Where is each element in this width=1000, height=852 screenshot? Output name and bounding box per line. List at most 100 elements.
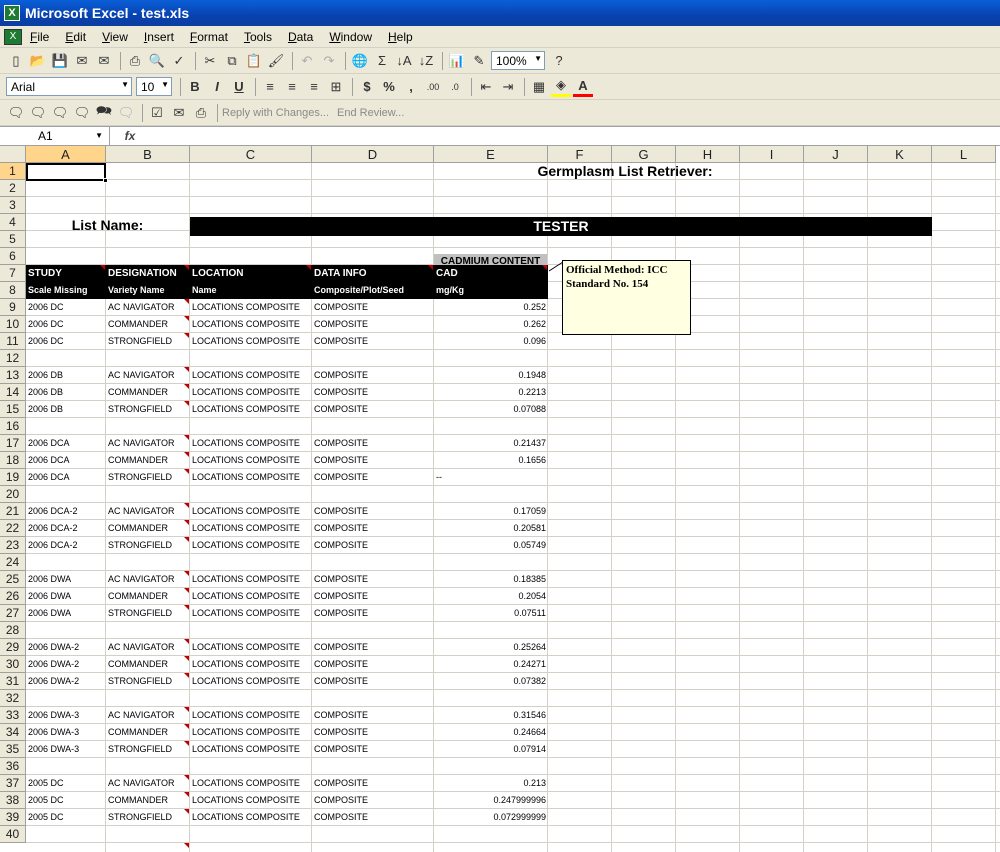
percent-button[interactable]: %	[379, 77, 399, 97]
comment-indicator[interactable]	[184, 401, 189, 406]
cell-comment-box[interactable]: Official Method: ICC Standard No. 154	[562, 260, 691, 335]
cell-cad[interactable]: 0.17059	[434, 503, 548, 520]
cell-info[interactable]: COMPOSITE	[312, 299, 434, 316]
row-header-27[interactable]: 27	[0, 605, 26, 622]
cell-location[interactable]: LOCATIONS COMPOSITE	[190, 384, 312, 401]
select-all-corner[interactable]	[0, 146, 26, 163]
cell-location[interactable]: LOCATIONS COMPOSITE	[190, 469, 312, 486]
column-header-f[interactable]: F	[548, 146, 612, 163]
comment-indicator[interactable]	[542, 265, 547, 270]
save-icon[interactable]: 💾	[50, 51, 70, 71]
cell-info[interactable]: COMPOSITE	[312, 809, 434, 826]
cell-study[interactable]: 2006 DB	[26, 401, 106, 418]
column-header-h[interactable]: H	[676, 146, 740, 163]
cell-study[interactable]: 2006 DWA-2	[26, 656, 106, 673]
bold-button[interactable]: B	[185, 77, 205, 97]
cell-study[interactable]: 2006 DB	[26, 384, 106, 401]
row-header-16[interactable]: 16	[0, 418, 26, 435]
cell-cad[interactable]: 0.25264	[434, 639, 548, 656]
cell-study[interactable]: 2006 DCA	[26, 452, 106, 469]
row-header-23[interactable]: 23	[0, 537, 26, 554]
reply-with-changes-button[interactable]: Reply with Changes...	[222, 107, 329, 119]
fx-icon[interactable]: fx	[110, 129, 150, 143]
hyperlink-icon[interactable]: 🌐	[350, 51, 370, 71]
comment-indicator[interactable]	[184, 605, 189, 610]
spelling-icon[interactable]: ✓	[169, 51, 189, 71]
menu-window[interactable]: Window	[329, 30, 372, 44]
cell-study[interactable]: 2006 DC	[26, 316, 106, 333]
cell-info[interactable]: COMPOSITE	[312, 520, 434, 537]
cell-cad[interactable]: 0.2054	[434, 588, 548, 605]
row-header-31[interactable]: 31	[0, 673, 26, 690]
row-header-24[interactable]: 24	[0, 554, 26, 571]
cell-info[interactable]: COMPOSITE	[312, 537, 434, 554]
cell-location[interactable]: LOCATIONS COMPOSITE	[190, 588, 312, 605]
comment-indicator[interactable]	[184, 809, 189, 814]
cell-study[interactable]: 2006 DWA-3	[26, 724, 106, 741]
menu-format[interactable]: Format	[190, 30, 228, 44]
cell-study[interactable]: 2006 DWA	[26, 605, 106, 622]
cell-location[interactable]: LOCATIONS COMPOSITE	[190, 503, 312, 520]
name-box[interactable]: A1 ▼	[0, 127, 110, 145]
cell-designation[interactable]: COMMANDER	[106, 792, 190, 809]
cell-cad[interactable]: 0.24271	[434, 656, 548, 673]
row-header-10[interactable]: 10	[0, 316, 26, 333]
redo-icon[interactable]: ↷	[319, 51, 339, 71]
merge-center-icon[interactable]: ⊞	[326, 77, 346, 97]
comment-indicator[interactable]	[184, 588, 189, 593]
cell-study[interactable]: 2006 DWA	[26, 588, 106, 605]
row-header-1[interactable]: 1	[0, 163, 26, 180]
row-header-5[interactable]: 5	[0, 231, 26, 248]
menu-insert[interactable]: Insert	[144, 30, 174, 44]
row-header-28[interactable]: 28	[0, 622, 26, 639]
column-header-i[interactable]: I	[740, 146, 804, 163]
font-size-dropdown[interactable]: 10 ▼	[136, 77, 172, 96]
column-header-a[interactable]: A	[26, 146, 106, 163]
delete-comment-icon[interactable]: 🗨	[116, 103, 136, 123]
row-header-22[interactable]: 22	[0, 520, 26, 537]
comment-indicator[interactable]	[184, 843, 189, 848]
cell-designation[interactable]: AC NAVIGATOR	[106, 503, 190, 520]
cell-location[interactable]: LOCATIONS COMPOSITE	[190, 316, 312, 333]
cell-location[interactable]: LOCATIONS COMPOSITE	[190, 367, 312, 384]
cell-designation[interactable]: COMMANDER	[106, 724, 190, 741]
cell-location[interactable]: LOCATIONS COMPOSITE	[190, 639, 312, 656]
cell-location[interactable]: LOCATIONS COMPOSITE	[190, 605, 312, 622]
cell-info[interactable]: COMPOSITE	[312, 605, 434, 622]
cell-info[interactable]: COMPOSITE	[312, 673, 434, 690]
comment-indicator[interactable]	[184, 707, 189, 712]
row-header-13[interactable]: 13	[0, 367, 26, 384]
email-icon[interactable]: ✉	[94, 51, 114, 71]
comment-indicator[interactable]	[306, 265, 311, 270]
row-header-4[interactable]: 4	[0, 214, 26, 231]
autosum-icon[interactable]: Σ	[372, 51, 392, 71]
cell-cad[interactable]: 0.213	[434, 775, 548, 792]
decrease-decimal-icon[interactable]: .0	[445, 77, 465, 97]
cell-location[interactable]: LOCATIONS COMPOSITE	[190, 809, 312, 826]
comment-indicator[interactable]	[184, 316, 189, 321]
menu-edit[interactable]: Edit	[65, 30, 86, 44]
cell-cad[interactable]: 0.20581	[434, 520, 548, 537]
row-header-32[interactable]: 32	[0, 690, 26, 707]
cell-study[interactable]: 2006 DWA-3	[26, 741, 106, 758]
comment-indicator[interactable]	[184, 435, 189, 440]
cell-location[interactable]: LOCATIONS COMPOSITE	[190, 775, 312, 792]
cell-info[interactable]: COMPOSITE	[312, 656, 434, 673]
cell-study[interactable]: 2006 DCA	[26, 435, 106, 452]
borders-icon[interactable]: ▦	[529, 77, 549, 97]
cell-study[interactable]: 2006 DWA-2	[26, 639, 106, 656]
cell-designation[interactable]: STRONGFIELD	[106, 469, 190, 486]
font-color-icon[interactable]: A	[573, 77, 593, 97]
cell-designation[interactable]: AC NAVIGATOR	[106, 707, 190, 724]
row-header-15[interactable]: 15	[0, 401, 26, 418]
show-comment-icon[interactable]: 🗨	[72, 103, 92, 123]
cell-study[interactable]: 2006 DWA-3	[26, 707, 106, 724]
cell-info[interactable]: COMPOSITE	[312, 333, 434, 350]
comment-indicator[interactable]	[184, 571, 189, 576]
row-header-17[interactable]: 17	[0, 435, 26, 452]
cell-designation[interactable]: AC NAVIGATOR	[106, 571, 190, 588]
currency-button[interactable]: $	[357, 77, 377, 97]
comment-indicator[interactable]	[184, 741, 189, 746]
cell-cad[interactable]: 0.1656	[434, 452, 548, 469]
row-header-35[interactable]: 35	[0, 741, 26, 758]
